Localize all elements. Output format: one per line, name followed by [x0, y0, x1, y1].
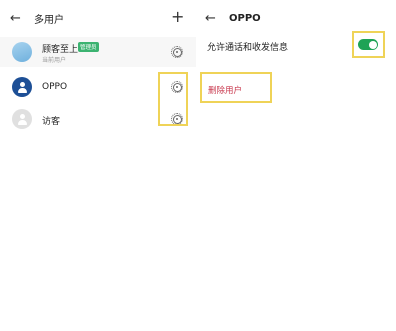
user-name: 访客 [42, 117, 61, 127]
user-detail-screen: ← OPPO 允许通话和收发信息 删除用户 [196, 0, 396, 331]
add-user-icon[interactable]: + [171, 9, 184, 25]
back-arrow-icon[interactable]: ← [10, 12, 26, 25]
multi-user-screen: ← 多用户 + 顾客至上 管理员 当前用户 OPPO 访客 [0, 0, 196, 331]
highlight-box [158, 72, 188, 126]
person-icon [17, 113, 27, 125]
user-name: OPPO [42, 82, 68, 92]
admin-badge: 管理员 [78, 42, 99, 52]
user-name: 顾客至上 [42, 45, 79, 55]
user-subtitle: 当前用户 [42, 57, 67, 64]
highlight-box [352, 31, 385, 58]
page-title: OPPO [229, 12, 261, 24]
avatar [12, 42, 32, 62]
delete-user-button[interactable]: 删除用户 [208, 84, 242, 96]
avatar [12, 77, 32, 97]
page-title: 多用户 [34, 14, 64, 26]
right-header: ← OPPO [205, 8, 261, 28]
person-icon [17, 81, 27, 93]
avatar [12, 109, 32, 129]
user-row-current[interactable]: 顾客至上 管理员 当前用户 [0, 37, 196, 67]
left-header: ← 多用户 [10, 8, 64, 28]
allow-calls-label: 允许通话和收发信息 [207, 43, 289, 53]
gear-icon[interactable] [171, 46, 183, 58]
back-arrow-icon[interactable]: ← [205, 12, 221, 25]
